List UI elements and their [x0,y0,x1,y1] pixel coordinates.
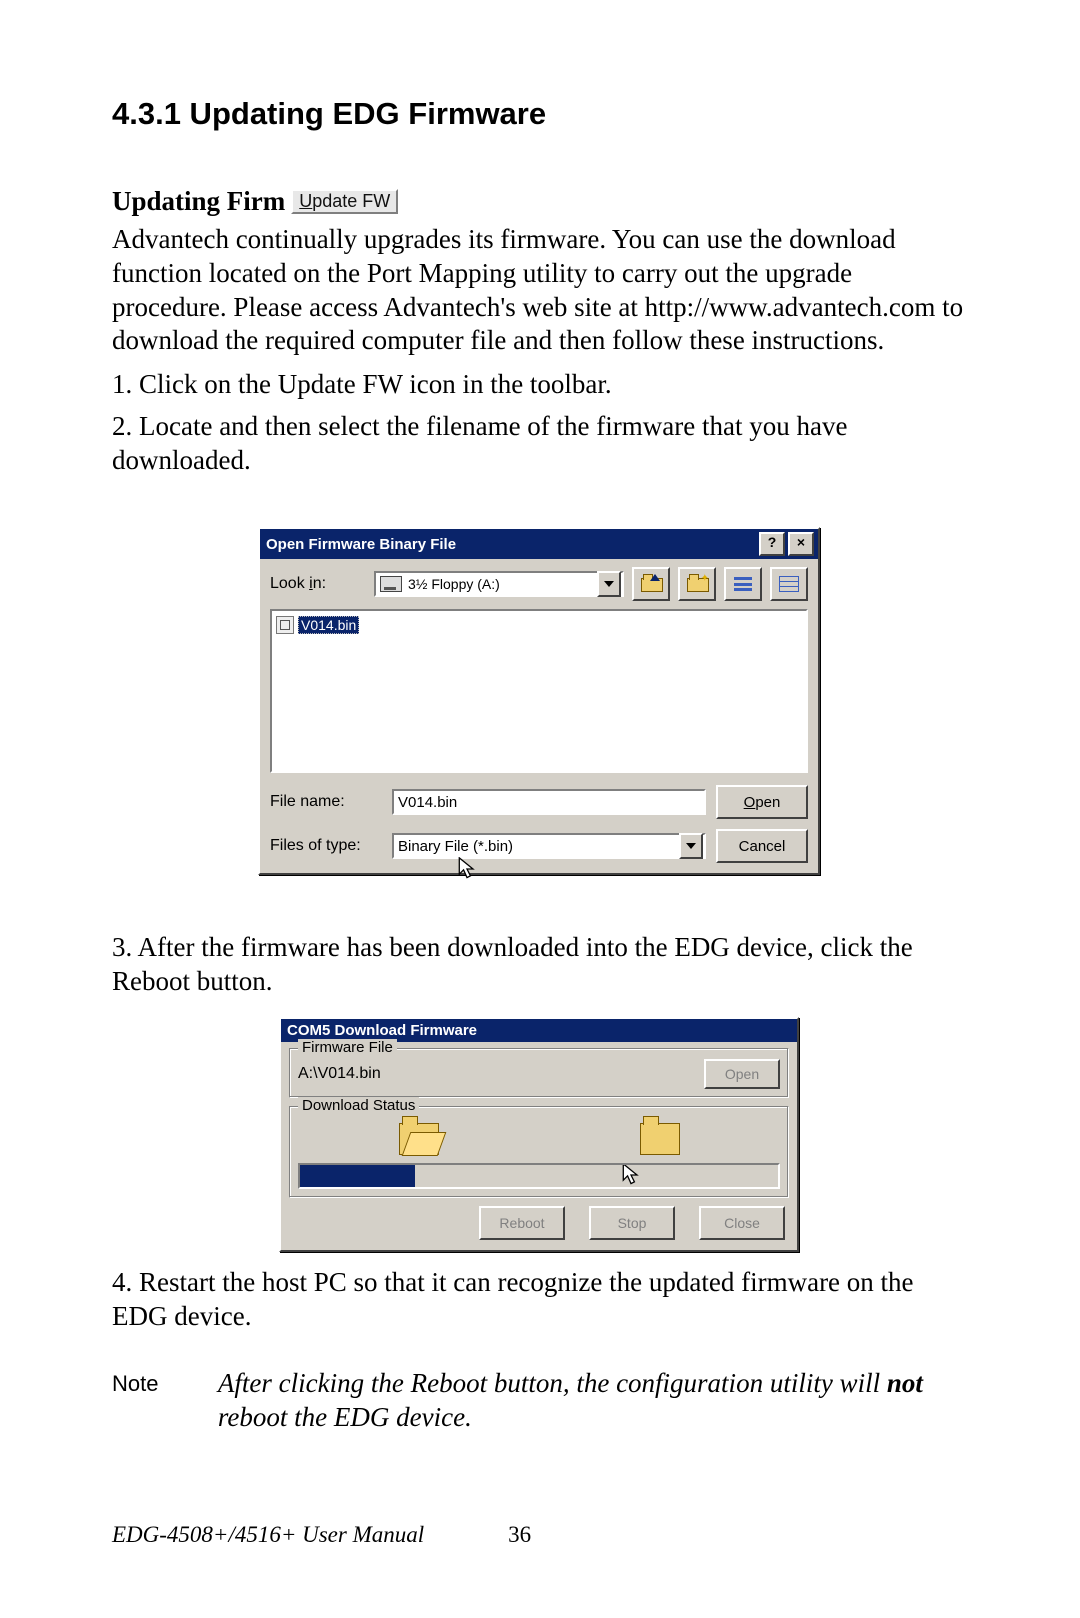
cancel-button[interactable]: Cancel [716,829,808,863]
page-footer: EDG-4508+/4516+ User Manual 36 [112,1522,531,1548]
intro-paragraph: Advantech continually upgrades its firmw… [112,223,966,358]
filename-label: File name: [270,793,382,811]
open-firmware-dialog: Open Firmware Binary File ? × Look in: 3… [258,527,820,875]
stop-button[interactable]: Stop [589,1206,675,1240]
open-button-disabled: Open [704,1059,780,1089]
step-1: 1. Click on the Update FW icon in the to… [112,368,966,402]
dialog-title-text: Open Firmware Binary File [266,536,456,553]
cursor-icon [622,1163,640,1187]
dest-folder-icon [640,1123,680,1155]
folder-up-button[interactable] [632,567,670,601]
chevron-down-icon[interactable] [597,571,621,597]
floppy-drive-icon [380,576,402,592]
step-2: 2. Locate and then select the filename o… [112,410,966,478]
subsection-heading-fragment: Updating Firm [112,186,285,217]
filename-input[interactable] [392,789,706,815]
new-folder-icon: ✦ [687,576,707,592]
list-view-button[interactable] [724,567,762,601]
look-in-value: 3½ Floppy (A:) [408,576,500,592]
update-fw-toolbar-button[interactable]: Update FW [291,189,398,215]
section-heading: 4.3.1 Updating EDG Firmware [112,96,966,132]
manual-title: EDG-4508+/4516+ User Manual [112,1522,424,1548]
details-view-icon [779,576,799,592]
download-status-group: Download Status [289,1106,789,1198]
folder-up-icon [641,576,661,592]
filetype-value: Binary File (*.bin) [398,838,679,855]
note-block: Note After clicking the Reboot button, t… [112,1367,966,1435]
group-label: Download Status [298,1097,419,1114]
chevron-down-icon[interactable] [679,833,703,859]
cursor-icon [458,857,476,881]
note-label: Note [112,1367,188,1435]
download-firmware-dialog: COM5 Download Firmware Firmware File A:\… [279,1017,799,1252]
close-icon[interactable]: × [788,532,814,556]
look-in-dropdown[interactable]: 3½ Floppy (A:) [374,571,624,597]
open-button[interactable]: Open [716,785,808,819]
firmware-path: A:\V014.bin [298,1065,696,1083]
firmware-file-group: Firmware File A:\V014.bin Open [289,1048,789,1098]
look-in-label: Look in: [270,575,366,593]
file-list[interactable]: V014.bin [270,609,808,773]
reboot-button[interactable]: Reboot [479,1206,565,1240]
file-icon [276,616,294,634]
source-folder-icon [399,1123,439,1155]
dialog-title-text: COM5 Download Firmware [287,1022,477,1039]
close-button[interactable]: Close [699,1206,785,1240]
group-label: Firmware File [298,1039,397,1056]
note-body: After clicking the Reboot button, the co… [218,1367,966,1435]
file-name-selected: V014.bin [298,616,359,634]
dialog-title-bar[interactable]: Open Firmware Binary File ? × [260,529,818,559]
step-4: 4. Restart the host PC so that it can re… [112,1266,966,1334]
list-view-icon [734,577,752,591]
step-3: 3. After the firmware has been downloade… [112,931,966,999]
help-icon[interactable]: ? [759,532,785,556]
filetype-label: Files of type: [270,837,382,855]
progress-bar [298,1163,780,1189]
new-folder-button[interactable]: ✦ [678,567,716,601]
filetype-dropdown[interactable]: Binary File (*.bin) [392,833,706,859]
details-view-button[interactable] [770,567,808,601]
list-item[interactable]: V014.bin [276,615,359,635]
page-number: 36 [508,1522,531,1548]
